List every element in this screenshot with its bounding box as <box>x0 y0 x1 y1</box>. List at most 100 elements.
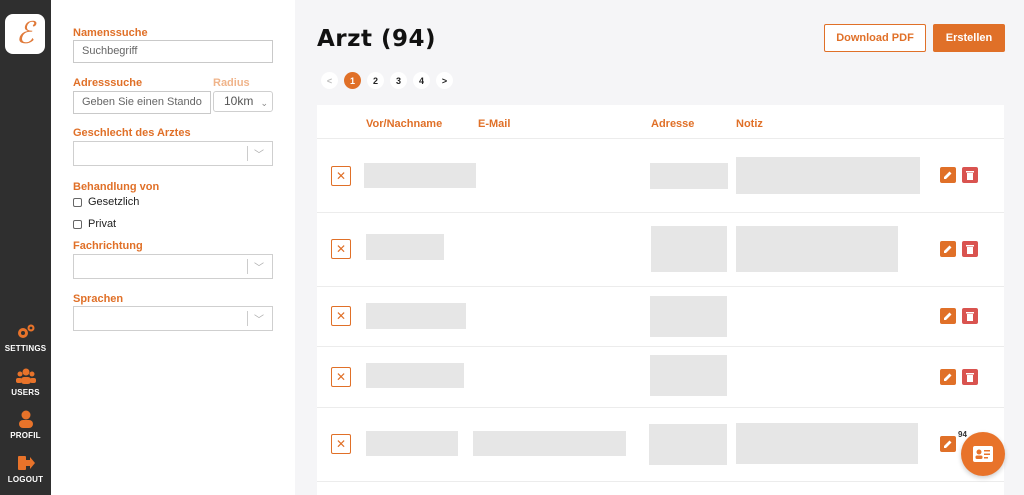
chevron-down-icon: ﹀ <box>254 150 264 161</box>
trash-icon <box>966 245 974 254</box>
address-placeholder <box>649 424 727 465</box>
name-placeholder <box>366 234 444 260</box>
page-title: Arzt (94) <box>317 26 437 52</box>
column-header-address[interactable]: Adresse <box>651 118 694 130</box>
remove-row-button[interactable]: ✕ <box>331 239 351 259</box>
select-separator <box>247 311 248 326</box>
delete-button[interactable] <box>962 167 978 183</box>
contact-badge-count: 94 <box>958 430 967 439</box>
checkbox-box[interactable] <box>73 197 82 207</box>
divider <box>317 212 1004 213</box>
address-placeholder <box>650 163 728 189</box>
contact-card-icon <box>973 446 993 462</box>
pencil-icon <box>944 373 952 381</box>
name-placeholder <box>366 363 464 388</box>
divider <box>317 138 1004 139</box>
radius-select[interactable]: 10km ⌄ <box>213 91 273 112</box>
main-content: Arzt (94) Download PDF Erstellen < 1 2 3… <box>295 0 1024 495</box>
rail-item-profil[interactable]: PROFIL <box>0 410 51 440</box>
treatment-label: Behandlung von <box>73 181 160 193</box>
address-search-label: Adresssuche <box>73 77 143 89</box>
radius-label: Radius <box>213 77 250 89</box>
delete-button[interactable] <box>962 241 978 257</box>
chevron-down-icon: ⌄ <box>260 98 268 108</box>
pencil-icon <box>944 440 952 448</box>
note-placeholder <box>736 157 920 194</box>
pencil-icon <box>944 245 952 253</box>
radius-value: 10km <box>224 94 254 108</box>
edit-button[interactable] <box>940 241 956 257</box>
note-placeholder <box>736 423 918 464</box>
name-search-label: Namenssuche <box>73 27 148 39</box>
checkbox-label: Gesetzlich <box>88 196 140 208</box>
rail-label-logout: LOGOUT <box>7 475 44 484</box>
rail-label-profil: PROFIL <box>10 431 41 440</box>
app-logo[interactable]: ℰ <box>5 14 45 54</box>
rail-item-settings[interactable]: SETTINGS <box>0 323 51 353</box>
pagination-prev[interactable]: < <box>321 72 338 89</box>
languages-label: Sprachen <box>73 293 124 305</box>
trash-icon <box>966 312 974 321</box>
users-icon <box>0 367 51 385</box>
divider <box>317 481 1004 482</box>
languages-select[interactable]: ﹀ <box>73 306 273 331</box>
delete-button[interactable] <box>962 369 978 385</box>
remove-row-button[interactable]: ✕ <box>331 166 351 186</box>
specialty-select[interactable]: ﹀ <box>73 254 273 279</box>
side-rail: ℰ SETTINGS USERS PROFIL LOGOUT <box>0 0 51 495</box>
pagination: < 1 2 3 4 > <box>321 72 453 89</box>
rail-item-logout[interactable]: LOGOUT <box>0 454 51 484</box>
email-placeholder <box>473 431 626 456</box>
filter-panel: Namenssuche Suchbegriff Adresssuche Radi… <box>51 0 295 495</box>
gender-select[interactable]: ﹀ <box>73 141 273 166</box>
rail-label-settings: SETTINGS <box>4 344 47 353</box>
pagination-page-2[interactable]: 2 <box>367 72 384 89</box>
edit-button[interactable] <box>940 436 956 452</box>
select-separator <box>247 146 248 161</box>
doctor-table: Vor/Nachname E-Mail Adresse Notiz ✕ ✕ ✕ <box>317 105 1004 495</box>
trash-icon <box>966 171 974 180</box>
divider <box>317 286 1004 287</box>
delete-button[interactable] <box>962 308 978 324</box>
rail-item-users[interactable]: USERS <box>0 367 51 397</box>
pencil-icon <box>944 171 952 179</box>
column-header-email[interactable]: E-Mail <box>478 118 510 130</box>
remove-row-button[interactable]: ✕ <box>331 434 351 454</box>
address-placeholder <box>650 355 727 396</box>
checkbox-gesetzlich[interactable]: Gesetzlich <box>73 196 139 208</box>
divider <box>317 346 1004 347</box>
divider <box>317 407 1004 408</box>
pagination-page-1[interactable]: 1 <box>344 72 361 89</box>
pagination-page-4[interactable]: 4 <box>413 72 430 89</box>
column-header-note[interactable]: Notiz <box>736 118 763 130</box>
logout-icon <box>0 454 51 472</box>
name-placeholder <box>364 163 476 188</box>
specialty-label: Fachrichtung <box>73 240 143 252</box>
gender-label: Geschlecht des Arztes <box>73 127 191 139</box>
address-search-input[interactable]: Geben Sie einen Stando <box>73 91 211 114</box>
checkbox-privat[interactable]: Privat <box>73 218 116 230</box>
edit-button[interactable] <box>940 308 956 324</box>
checkbox-box[interactable] <box>73 219 82 229</box>
pencil-icon <box>944 312 952 320</box>
note-placeholder <box>736 226 898 272</box>
download-pdf-button[interactable]: Download PDF <box>824 24 926 52</box>
edit-button[interactable] <box>940 369 956 385</box>
remove-row-button[interactable]: ✕ <box>331 367 351 387</box>
chevron-down-icon: ﹀ <box>254 315 264 326</box>
create-button[interactable]: Erstellen <box>933 24 1005 52</box>
logo-glyph: ℰ <box>15 16 35 51</box>
pagination-page-3[interactable]: 3 <box>390 72 407 89</box>
user-icon <box>0 410 51 428</box>
select-separator <box>247 259 248 274</box>
edit-button[interactable] <box>940 167 956 183</box>
name-search-input[interactable]: Suchbegriff <box>73 40 273 63</box>
column-header-name[interactable]: Vor/Nachname <box>366 118 442 130</box>
name-placeholder <box>366 431 458 456</box>
pagination-next[interactable]: > <box>436 72 453 89</box>
remove-row-button[interactable]: ✕ <box>331 306 351 326</box>
trash-icon <box>966 373 974 382</box>
gears-icon <box>0 323 51 341</box>
rail-label-users: USERS <box>11 388 40 397</box>
contact-card-button[interactable] <box>961 432 1005 476</box>
